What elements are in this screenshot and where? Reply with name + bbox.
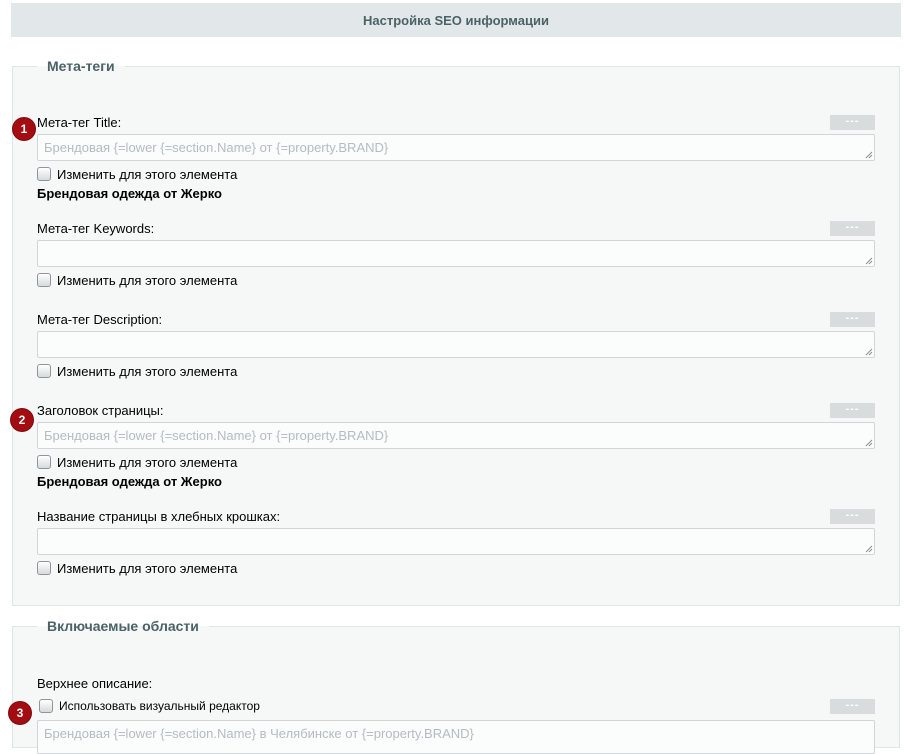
- visual-editor-label: Использовать визуальный редактор: [59, 699, 260, 713]
- top-description-label: Верхнее описание:: [37, 676, 153, 691]
- meta-title-change-checkbox[interactable]: Изменить для этого элемента: [37, 166, 237, 182]
- page-heading-value: Брендовая {=lower {=section.Name} от {=p…: [44, 428, 389, 443]
- include-areas-section: Включаемые области Верхнее описание: Исп…: [12, 618, 900, 754]
- resize-grip-icon[interactable]: [865, 257, 873, 265]
- meta-description-change-label: Изменить для этого элемента: [57, 363, 238, 379]
- page-heading-dots-button[interactable]: ---: [830, 403, 875, 418]
- annotation-badge-3: 3: [9, 702, 31, 724]
- checkbox-icon[interactable]: [37, 364, 51, 378]
- meta-keywords-label: Мета-тег Keywords:: [37, 221, 155, 236]
- meta-description-textarea[interactable]: [37, 331, 875, 358]
- meta-keywords-textarea[interactable]: [37, 240, 875, 267]
- meta-description-label: Мета-тег Description:: [37, 312, 163, 327]
- breadcrumb-name-change-checkbox[interactable]: Изменить для этого элемента: [37, 560, 237, 576]
- annotation-badge-1: 1: [13, 118, 35, 140]
- page-heading-change-label: Изменить для этого элемента: [57, 454, 238, 470]
- page-title: Настройка SEO информации: [11, 3, 901, 37]
- meta-description-dots-button[interactable]: ---: [830, 312, 875, 327]
- meta-keywords-change-checkbox[interactable]: Изменить для этого элемента: [37, 272, 237, 288]
- meta-title-textarea[interactable]: Брендовая {=lower {=section.Name} от {=p…: [37, 134, 875, 161]
- meta-keywords-change-label: Изменить для этого элемента: [57, 272, 238, 288]
- breadcrumb-name-dots-button[interactable]: ---: [830, 509, 875, 524]
- meta-tags-section: Мета-теги Мета-тег Title: --- Брендовая …: [12, 58, 900, 606]
- meta-title-change-label: Изменить для этого элемента: [57, 166, 238, 182]
- checkbox-icon[interactable]: [37, 167, 51, 181]
- top-description-dots-button[interactable]: ---: [830, 699, 875, 714]
- meta-title-dots-button[interactable]: ---: [830, 115, 875, 130]
- include-areas-legend: Включаемые области: [47, 618, 199, 634]
- checkbox-icon[interactable]: [37, 455, 51, 469]
- breadcrumb-name-label: Название страницы в хлебных крошках:: [37, 509, 281, 524]
- checkbox-icon[interactable]: [37, 273, 51, 287]
- meta-tags-legend: Мета-теги: [47, 58, 115, 74]
- meta-description-change-checkbox[interactable]: Изменить для этого элемента: [37, 363, 237, 379]
- top-description-value: Брендовая {=lower {=section.Name} в Челя…: [44, 726, 474, 741]
- checkbox-icon[interactable]: [37, 561, 51, 575]
- meta-keywords-dots-button[interactable]: ---: [830, 221, 875, 236]
- breadcrumb-name-change-label: Изменить для этого элемента: [57, 560, 238, 576]
- annotation-badge-2: 2: [11, 409, 33, 431]
- page-heading-change-checkbox[interactable]: Изменить для этого элемента: [37, 454, 237, 470]
- top-description-textarea[interactable]: Брендовая {=lower {=section.Name} в Челя…: [37, 720, 875, 754]
- page-heading-textarea[interactable]: Брендовая {=lower {=section.Name} от {=p…: [37, 422, 875, 449]
- page-heading-label: Заголовок страницы:: [37, 403, 164, 418]
- page-heading-preview: Брендовая одежда от Жерко: [37, 474, 222, 489]
- checkbox-icon[interactable]: [39, 699, 53, 713]
- visual-editor-checkbox[interactable]: Использовать визуальный редактор: [39, 698, 260, 714]
- meta-title-label: Мета-тег Title:: [37, 115, 122, 130]
- resize-grip-icon[interactable]: [865, 348, 873, 356]
- resize-grip-icon[interactable]: [865, 439, 873, 447]
- resize-grip-icon[interactable]: [865, 151, 873, 159]
- meta-title-preview: Брендовая одежда от Жерко: [37, 186, 222, 201]
- breadcrumb-name-textarea[interactable]: [37, 528, 875, 555]
- resize-grip-icon[interactable]: [865, 545, 873, 553]
- meta-title-value: Брендовая {=lower {=section.Name} от {=p…: [44, 140, 389, 155]
